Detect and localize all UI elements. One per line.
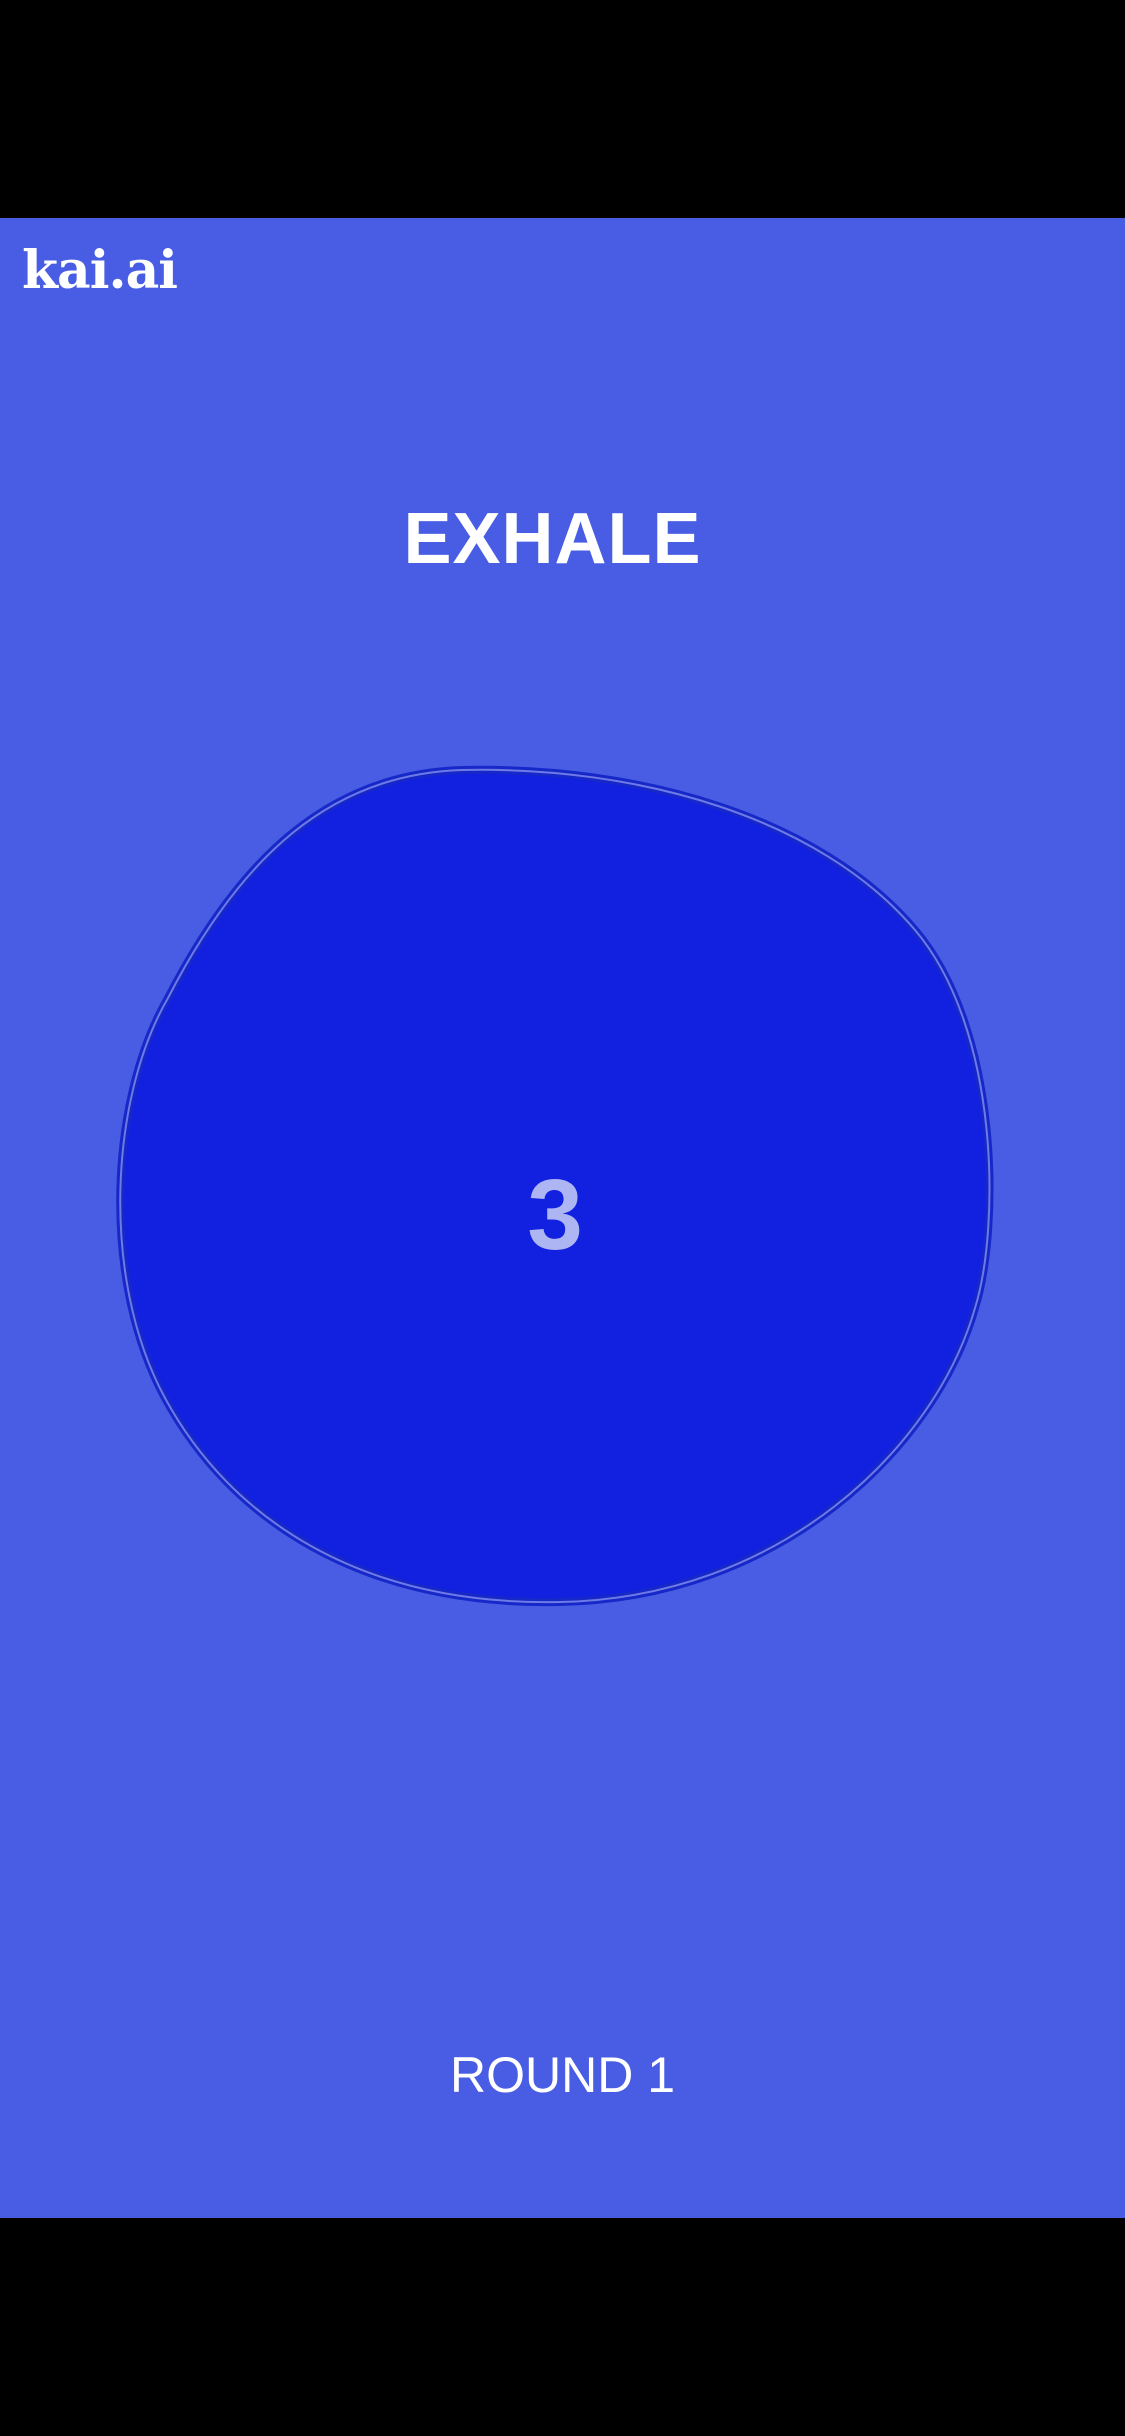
navigation-bar <box>0 2218 1125 2436</box>
screen: kai.ai EXHALE 3 ROUND 1 <box>0 0 1125 2436</box>
round-indicator: ROUND 1 <box>449 2047 676 2103</box>
status-bar <box>0 0 1125 218</box>
countdown-number: 3 <box>527 1159 583 1271</box>
breathing-exercise-screen: kai.ai EXHALE 3 ROUND 1 <box>0 218 1125 2218</box>
